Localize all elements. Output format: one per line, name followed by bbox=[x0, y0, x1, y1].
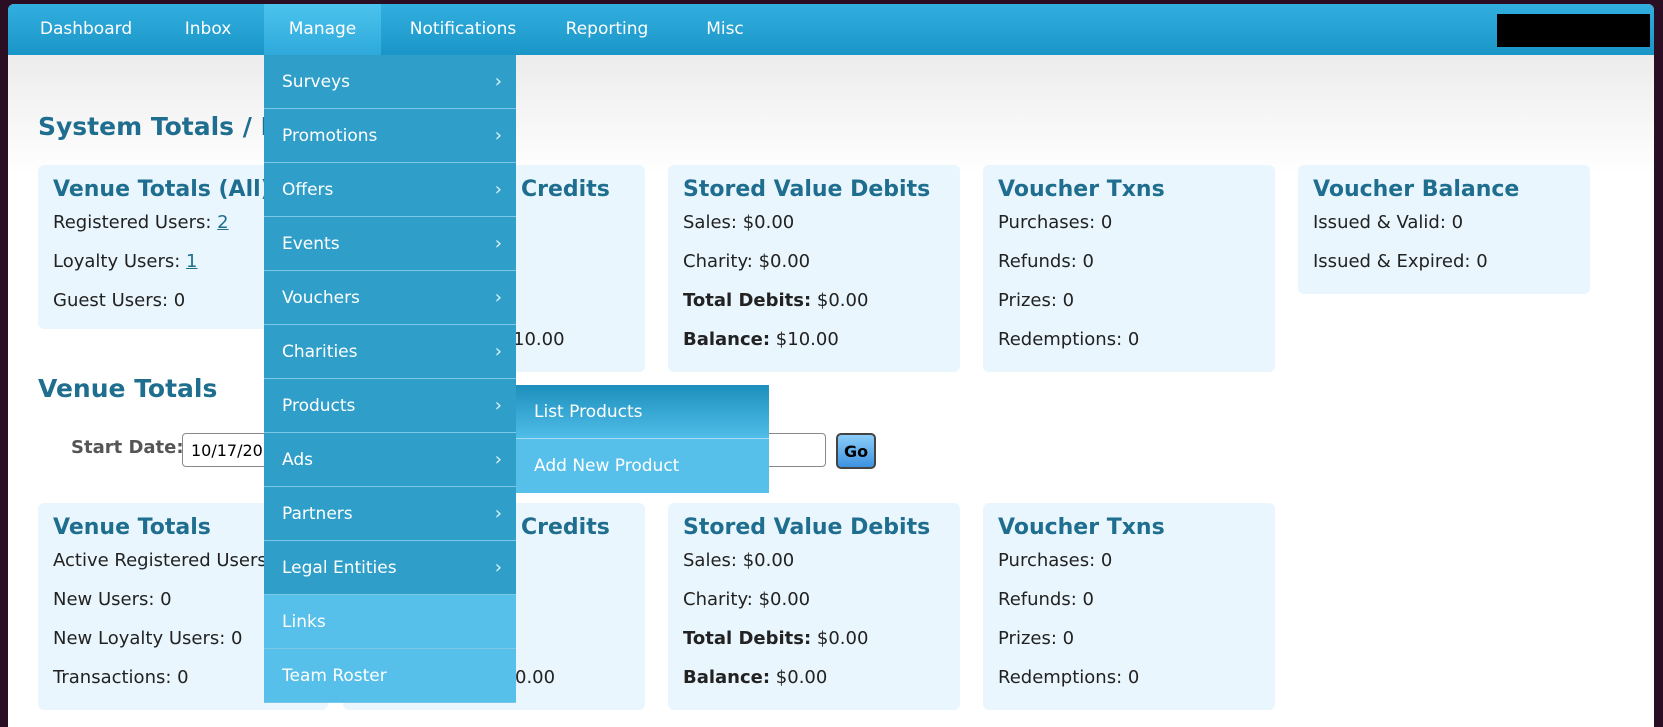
prizes-row: Prizes: 0 bbox=[998, 290, 1075, 311]
chevron-right-icon: › bbox=[494, 287, 502, 308]
guest-users-row: Guest Users: 0 bbox=[53, 290, 186, 311]
panel-title: Venue Totals bbox=[53, 515, 211, 540]
submenu-item-add-new-product[interactable]: Add New Product bbox=[516, 439, 769, 493]
chevron-right-icon: › bbox=[494, 557, 502, 578]
active-registered-row: Active Registered Users bbox=[53, 550, 267, 571]
purchases-row: Purchases: 0 bbox=[998, 212, 1113, 233]
refunds-row: Refunds: 0 bbox=[998, 589, 1094, 610]
nav-dashboard[interactable]: Dashboard bbox=[28, 4, 144, 55]
app-window: Dashboard Inbox Manage Notifications Rep… bbox=[8, 4, 1654, 727]
menu-item-vouchers[interactable]: Vouchers › bbox=[264, 271, 516, 325]
submenu-item-list-products[interactable]: List Products bbox=[516, 385, 769, 439]
nav-inbox[interactable]: Inbox bbox=[163, 4, 253, 55]
menu-item-partners[interactable]: Partners › bbox=[264, 487, 516, 541]
panel-title: Voucher Balance bbox=[1313, 177, 1520, 202]
products-submenu: List Products Add New Product bbox=[516, 385, 769, 493]
menu-item-team-roster[interactable]: Team Roster bbox=[264, 649, 516, 703]
loyalty-users-link[interactable]: 1 bbox=[186, 251, 197, 272]
panel-stored-value-debits-2: Stored Value Debits Sales: $0.00 Charity… bbox=[668, 503, 960, 710]
chevron-right-icon: › bbox=[494, 341, 502, 362]
redemptions-row: Redemptions: 0 bbox=[998, 667, 1140, 688]
issued-valid-row: Issued & Valid: 0 bbox=[1313, 212, 1464, 233]
chevron-right-icon: › bbox=[494, 125, 502, 146]
balance-row: Balance: $0.00 bbox=[683, 667, 828, 688]
credits-balance: 0.00 bbox=[515, 667, 556, 688]
go-button[interactable]: Go bbox=[836, 433, 876, 469]
panel-title: Voucher Txns bbox=[998, 177, 1165, 202]
refunds-row: Refunds: 0 bbox=[998, 251, 1094, 272]
start-date-label: Start Date: bbox=[71, 437, 184, 458]
issued-expired-row: Issued & Expired: 0 bbox=[1313, 251, 1488, 272]
panel-voucher-txns: Voucher Txns Purchases: 0 Refunds: 0 Pri… bbox=[983, 165, 1275, 372]
redemptions-row: Redemptions: 0 bbox=[998, 329, 1140, 350]
nav-reporting[interactable]: Reporting bbox=[548, 4, 666, 55]
panel-title: Voucher Txns bbox=[998, 515, 1165, 540]
panel-title: Credits bbox=[521, 177, 610, 202]
panel-title: Venue Totals (All) bbox=[53, 177, 271, 202]
panel-title: Credits bbox=[521, 515, 610, 540]
loyalty-users-row: Loyalty Users: 1 bbox=[53, 251, 198, 272]
manage-dropdown: Surveys › Promotions › Offers › Events › Vou… bbox=[264, 55, 516, 703]
nav-manage[interactable]: Manage bbox=[264, 4, 381, 55]
panel-title: Stored Value Debits bbox=[683, 515, 931, 540]
chevron-right-icon: › bbox=[494, 449, 502, 470]
menu-item-promotions[interactable]: Promotions › bbox=[264, 109, 516, 163]
menu-item-surveys[interactable]: Surveys › bbox=[264, 55, 516, 109]
venue-totals-title: Venue Totals bbox=[38, 374, 218, 403]
panel-voucher-balance: Voucher Balance Issued & Valid: 0 Issued… bbox=[1298, 165, 1590, 294]
total-debits-row: Total Debits: $0.00 bbox=[683, 628, 869, 649]
new-users-row: New Users: 0 bbox=[53, 589, 172, 610]
top-nav: Dashboard Inbox Manage Notifications Rep… bbox=[8, 4, 1654, 55]
menu-item-offers[interactable]: Offers › bbox=[264, 163, 516, 217]
charity-row: Charity: $0.00 bbox=[683, 589, 811, 610]
registered-users-row: Registered Users: 2 bbox=[53, 212, 229, 233]
panel-voucher-txns-2: Voucher Txns Purchases: 0 Refunds: 0 Pri… bbox=[983, 503, 1275, 710]
nav-notifications[interactable]: Notifications bbox=[390, 4, 536, 55]
menu-item-products[interactable]: Products › bbox=[264, 379, 516, 433]
chevron-right-icon: › bbox=[494, 233, 502, 254]
prizes-row: Prizes: 0 bbox=[998, 628, 1075, 649]
menu-item-events[interactable]: Events › bbox=[264, 217, 516, 271]
nav-misc[interactable]: Misc bbox=[690, 4, 760, 55]
total-debits-row: Total Debits: $0.00 bbox=[683, 290, 869, 311]
transactions-row: Transactions: 0 bbox=[53, 667, 189, 688]
chevron-right-icon: › bbox=[494, 71, 502, 92]
sales-row: Sales: $0.00 bbox=[683, 550, 795, 571]
charity-row: Charity: $0.00 bbox=[683, 251, 811, 272]
panel-title: Stored Value Debits bbox=[683, 177, 931, 202]
purchases-row: Purchases: 0 bbox=[998, 550, 1113, 571]
redacted-user-area bbox=[1497, 14, 1650, 47]
sales-row: Sales: $0.00 bbox=[683, 212, 795, 233]
menu-item-charities[interactable]: Charities › bbox=[264, 325, 516, 379]
chevron-right-icon: › bbox=[494, 179, 502, 200]
panel-stored-value-debits: Stored Value Debits Sales: $0.00 Charity… bbox=[668, 165, 960, 372]
new-loyalty-row: New Loyalty Users: 0 bbox=[53, 628, 243, 649]
balance-row: Balance: $10.00 bbox=[683, 329, 839, 350]
menu-item-legal-entities[interactable]: Legal Entities › bbox=[264, 541, 516, 595]
credits-balance: 10.00 bbox=[513, 329, 565, 350]
menu-item-links[interactable]: Links bbox=[264, 595, 516, 649]
menu-item-ads[interactable]: Ads › bbox=[264, 433, 516, 487]
chevron-right-icon: › bbox=[494, 395, 502, 416]
chevron-right-icon: › bbox=[494, 503, 502, 524]
registered-users-link[interactable]: 2 bbox=[217, 212, 228, 233]
